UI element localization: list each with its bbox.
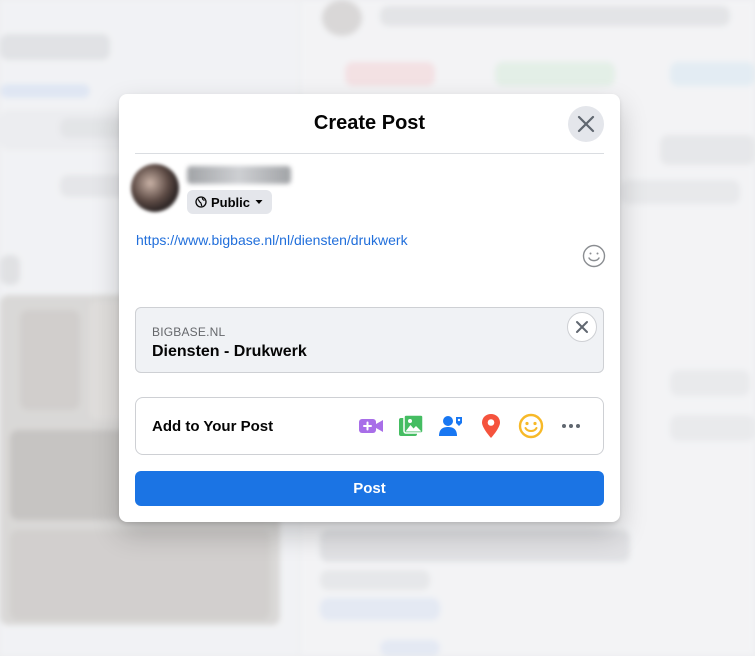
link-preview-card[interactable]: BIGBASE.NL Diensten - Drukwerk <box>135 307 604 373</box>
remove-link-preview-button[interactable] <box>567 312 597 342</box>
add-to-post-label: Add to Your Post <box>152 417 274 435</box>
dialog-header: Create Post <box>135 94 604 154</box>
photo-video-icon <box>399 414 424 436</box>
caret-down-icon <box>255 200 263 204</box>
author-name-redacted <box>187 166 291 184</box>
feeling-activity-button[interactable] <box>513 411 549 441</box>
check-in-icon <box>482 414 500 438</box>
link-preview-title: Diensten - Drukwerk <box>152 343 307 360</box>
feeling-icon <box>518 413 544 439</box>
tag-people-icon <box>439 416 462 436</box>
create-post-dialog: Create Post Public https://www.bigbase.n… <box>119 94 620 522</box>
link-preview-domain: BIGBASE.NL <box>152 325 226 339</box>
globe-icon <box>195 196 207 208</box>
add-to-post-bar: Add to Your Post <box>135 397 604 455</box>
add-to-post-icons <box>353 411 589 441</box>
photo-video-button[interactable] <box>393 411 429 441</box>
more-icon <box>562 424 580 428</box>
author-section: Public <box>129 164 429 216</box>
privacy-label: Public <box>211 194 251 210</box>
emoji-picker-button[interactable] <box>582 244 606 268</box>
live-video-button[interactable] <box>353 411 389 441</box>
check-in-button[interactable] <box>473 411 509 441</box>
tag-people-button[interactable] <box>433 411 469 441</box>
close-icon <box>577 115 595 133</box>
dialog-title: Create Post <box>313 112 426 134</box>
close-icon <box>576 321 588 333</box>
close-button[interactable] <box>568 106 604 142</box>
live-video-icon <box>359 419 383 433</box>
privacy-selector-button[interactable]: Public <box>187 190 273 214</box>
more-options-button[interactable] <box>553 411 589 441</box>
avatar[interactable] <box>131 164 179 212</box>
post-text-input[interactable]: https://www.bigbase.nl/nl/diensten/drukw… <box>136 232 576 248</box>
post-button[interactable]: Post <box>135 471 604 506</box>
smiley-icon <box>582 244 606 268</box>
